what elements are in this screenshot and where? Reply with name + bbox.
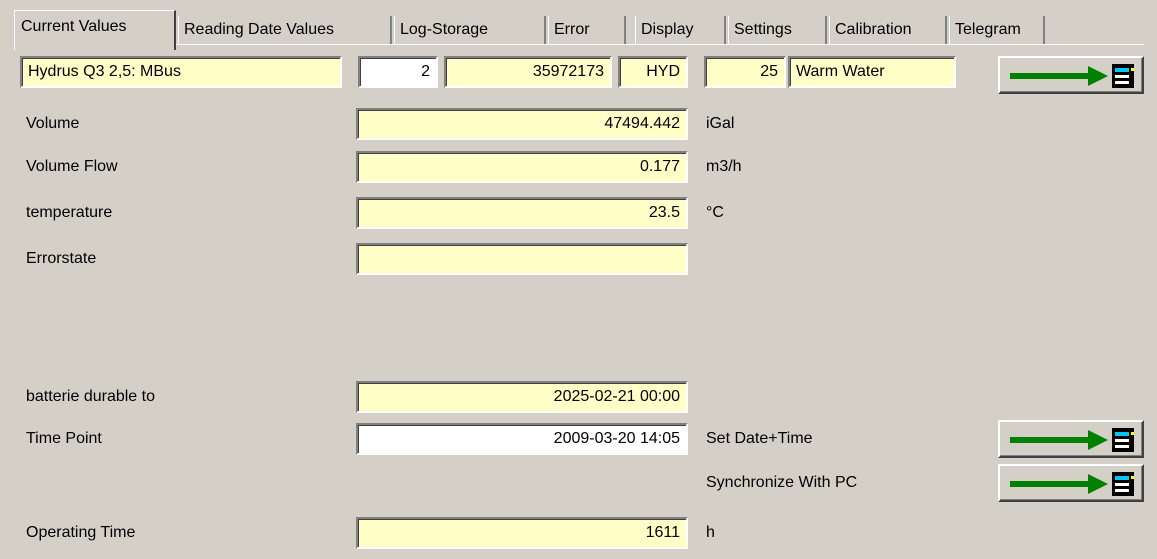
volume-unit: iGal [706, 115, 735, 132]
temperature-unit: °C [706, 204, 724, 221]
arrow-right-device-icon [1010, 472, 1134, 496]
read-meter-button[interactable] [998, 56, 1144, 94]
synchronize-label: Synchronize With PC [706, 474, 858, 491]
tab-divider [14, 44, 1144, 45]
tab-strip: Current Values Reading Date Values Log-S… [14, 8, 1144, 50]
set-date-time-label: Set Date+Time [706, 430, 813, 447]
tab-settings[interactable]: Settings [728, 16, 827, 44]
temperature-value: 23.5 [356, 197, 688, 229]
errorstate-value [356, 243, 688, 275]
volume-flow-label: Volume Flow [26, 158, 118, 175]
temperature-label: temperature [26, 204, 113, 221]
tab-display[interactable]: Display [635, 16, 726, 44]
volume-label: Volume [26, 115, 80, 132]
tab-reading-date-values[interactable]: Reading Date Values [178, 16, 392, 44]
battery-value: 2025-02-21 00:00 [356, 381, 688, 413]
manufacturer-field: HYD [618, 56, 688, 88]
battery-label: batterie durable to [26, 388, 155, 405]
volume-flow-unit: m3/h [706, 158, 742, 175]
arrow-right-device-icon [1010, 64, 1134, 88]
tab-telegram[interactable]: Telegram [949, 16, 1045, 44]
device-type-field: Hydrus Q3 2,5: MBus [20, 56, 342, 88]
tab-current-values[interactable]: Current Values [14, 10, 176, 50]
operating-time-label: Operating Time [26, 524, 136, 541]
time-point-input[interactable]: 2009-03-20 14:05 [356, 423, 688, 455]
operating-time-unit: h [706, 524, 715, 541]
volume-flow-value: 0.177 [356, 151, 688, 183]
time-point-label: Time Point [26, 430, 102, 447]
medium-field: Warm Water [788, 56, 956, 88]
tab-error[interactable]: Error [548, 16, 626, 44]
set-date-time-button[interactable] [998, 420, 1144, 458]
arrow-right-device-icon [1010, 428, 1134, 452]
errorstate-label: Errorstate [26, 250, 97, 267]
volume-value: 47494.442 [356, 108, 688, 140]
serial-number-field: 35972173 [444, 56, 612, 88]
medium-code-field: 25 [704, 56, 786, 88]
tab-log-storage[interactable]: Log-Storage [394, 16, 546, 44]
operating-time-value: 1611 [356, 517, 688, 549]
tab-calibration[interactable]: Calibration [829, 16, 947, 44]
synchronize-with-pc-button[interactable] [998, 464, 1144, 502]
address-field[interactable]: 2 [358, 56, 438, 88]
